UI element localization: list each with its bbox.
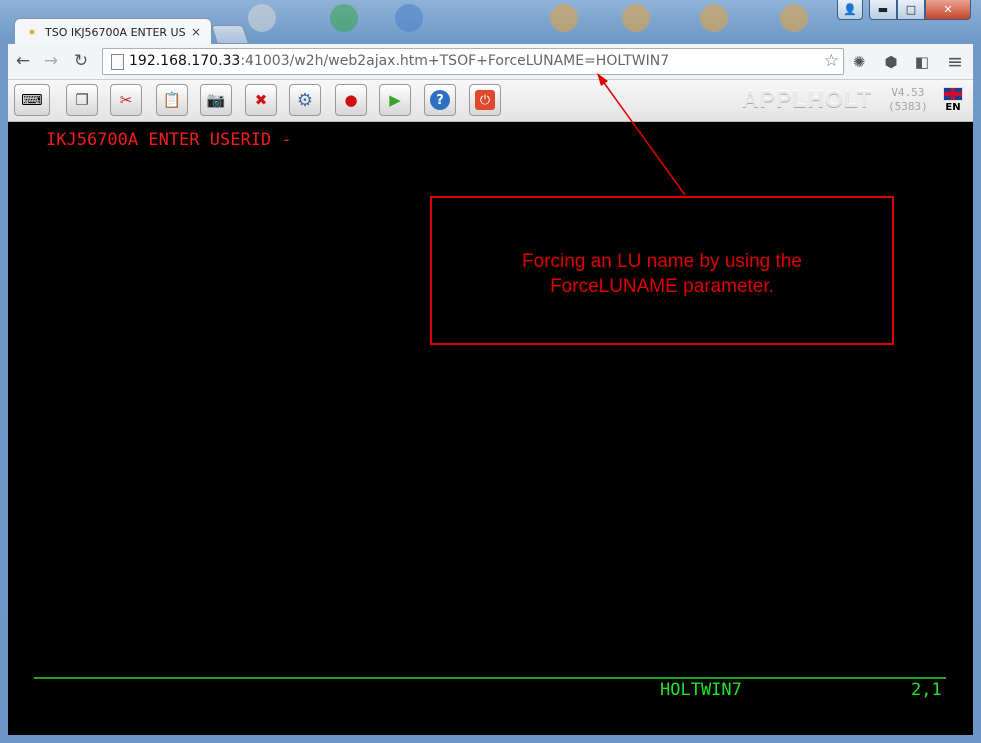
arrow-line	[601, 79, 686, 196]
arrow-head	[597, 73, 608, 86]
annotation-arrow	[597, 73, 686, 196]
browser-window: ✶ TSO IKJ56700A ENTER USERID - × 👤 ▬ □ ✕…	[0, 0, 981, 743]
